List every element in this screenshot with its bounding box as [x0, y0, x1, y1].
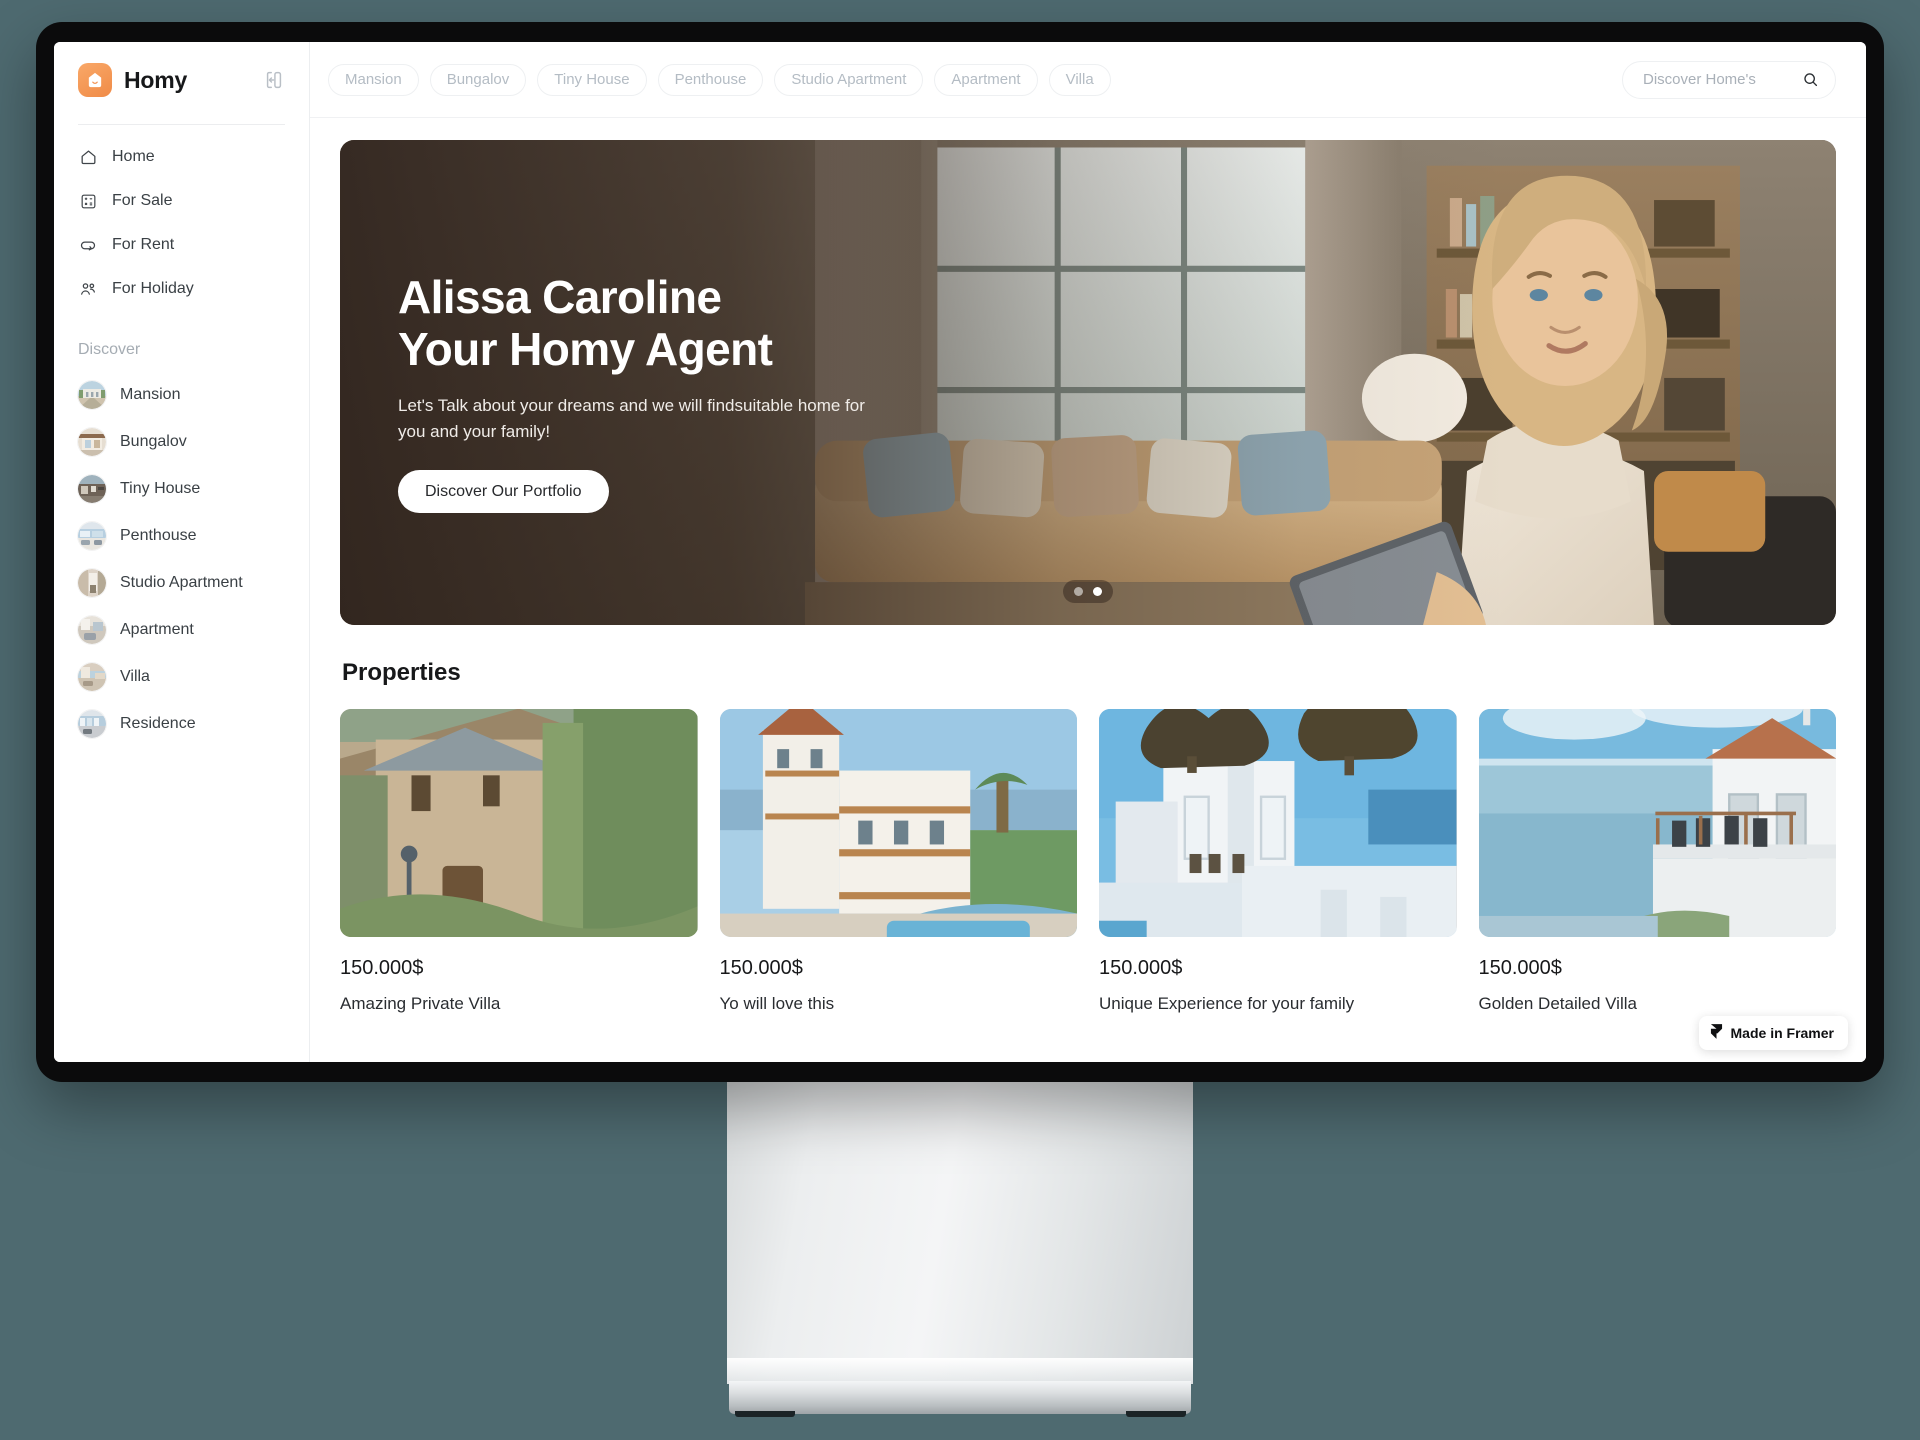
- framer-logo-icon: [1710, 1024, 1723, 1042]
- property-card[interactable]: 150.000$ Yo will love this: [719, 709, 1077, 1014]
- apartment-thumb-icon: [78, 615, 106, 644]
- property-price: 150.000$: [719, 957, 803, 979]
- hero-carousel-dots: [1063, 580, 1113, 603]
- sidebar: Homy Home For Sale For Rent For Holiday …: [54, 42, 310, 1062]
- monitor-stand-foot-left: [735, 1411, 795, 1417]
- brand-row: Homy: [54, 42, 309, 118]
- sidebar-item-for-rent[interactable]: For Rent: [68, 223, 295, 267]
- topbar: Mansion Bungalov Tiny House Penthouse St…: [310, 42, 1866, 118]
- content-scroll: Alissa Caroline Your Homy Agent Let's Ta…: [310, 118, 1866, 1062]
- made-in-framer-badge[interactable]: Made in Framer: [1698, 1016, 1848, 1050]
- search-placeholder: Discover Home's: [1643, 71, 1756, 88]
- search-icon[interactable]: [1802, 71, 1819, 88]
- search-input[interactable]: Discover Home's: [1622, 60, 1836, 99]
- sidebar-item-residence[interactable]: Residence: [68, 700, 295, 747]
- property-name: Yo will love this: [719, 994, 835, 1013]
- for-sale-icon: [78, 191, 98, 211]
- property-name: Golden Detailed Villa: [1478, 994, 1637, 1013]
- monitor-frame: Homy Home For Sale For Rent For Holiday …: [36, 22, 1884, 1082]
- chip-tiny-house[interactable]: Tiny House: [537, 63, 647, 96]
- sidebar-item-tiny-house[interactable]: Tiny House: [68, 465, 295, 512]
- property-price: 150.000$: [340, 957, 424, 979]
- tiny-house-thumb-icon: [78, 474, 106, 503]
- property-image: [1099, 709, 1457, 937]
- property-image: [340, 709, 698, 937]
- properties-title: Properties: [342, 659, 461, 686]
- studio-apartment-thumb-icon: [78, 568, 106, 597]
- chip-bungalov[interactable]: Bungalov: [429, 63, 527, 96]
- chip-apartment[interactable]: Apartment: [934, 63, 1038, 96]
- properties-grid: 150.000$ Amazing Private Villa 150.000$ …: [340, 709, 1836, 1014]
- property-price: 150.000$: [1478, 957, 1562, 979]
- carousel-dot-2[interactable]: [1093, 587, 1102, 596]
- sidebar-item-label: Penthouse: [120, 526, 197, 544]
- property-card[interactable]: 150.000$ Unique Experience for your fami…: [1099, 709, 1457, 1014]
- property-price: 150.000$: [1099, 957, 1183, 979]
- sidebar-item-label: Apartment: [120, 620, 194, 638]
- property-card[interactable]: 150.000$ Golden Detailed Villa: [1478, 709, 1836, 1014]
- sidebar-item-studio-apartment[interactable]: Studio Apartment: [68, 559, 295, 606]
- residence-thumb-icon: [78, 709, 106, 738]
- sidebar-item-label: For Sale: [112, 192, 173, 209]
- hero-content: Alissa Caroline Your Homy Agent Let's Ta…: [398, 271, 1018, 514]
- chip-mansion[interactable]: Mansion: [328, 63, 419, 96]
- sidebar-item-label: Tiny House: [120, 479, 201, 497]
- sidebar-discover-list: Mansion Bungalov Tiny House Penthouse St…: [54, 371, 309, 747]
- hero-subheading: Let's Talk about your dreams and we will…: [398, 396, 865, 441]
- sidebar-item-label: Studio Apartment: [120, 573, 243, 591]
- monitor-stand-foot-right: [1126, 1411, 1186, 1417]
- discover-portfolio-button[interactable]: Discover Our Portfolio: [398, 470, 609, 514]
- property-image: [719, 709, 1077, 937]
- carousel-dot-1[interactable]: [1074, 587, 1083, 596]
- property-name: Unique Experience for your family: [1099, 994, 1355, 1013]
- sidebar-item-apartment[interactable]: Apartment: [68, 606, 295, 653]
- sidebar-nav: Home For Sale For Rent For Holiday: [54, 135, 309, 311]
- mansion-thumb-icon: [78, 380, 106, 409]
- app-screen: Homy Home For Sale For Rent For Holiday …: [54, 42, 1866, 1062]
- sidebar-section-discover-title: Discover: [78, 341, 141, 358]
- sidebar-divider: [78, 124, 285, 125]
- chip-studio-apartment[interactable]: Studio Apartment: [774, 63, 924, 96]
- sidebar-collapse-icon[interactable]: [261, 67, 287, 93]
- chip-villa[interactable]: Villa: [1048, 63, 1111, 96]
- sidebar-item-label: For Holiday: [112, 280, 194, 297]
- sidebar-item-mansion[interactable]: Mansion: [68, 371, 295, 418]
- sidebar-item-home[interactable]: Home: [68, 135, 295, 179]
- sidebar-item-label: Residence: [120, 714, 196, 732]
- sidebar-item-label: Home: [112, 148, 155, 165]
- chip-penthouse[interactable]: Penthouse: [657, 63, 764, 96]
- hero-heading: Alissa Caroline Your Homy Agent: [398, 271, 773, 375]
- penthouse-thumb-icon: [78, 521, 106, 550]
- for-holiday-icon: [78, 279, 98, 299]
- property-name: Amazing Private Villa: [340, 994, 501, 1013]
- brand-name: Homy: [124, 66, 188, 93]
- property-image: [1478, 709, 1836, 937]
- sidebar-item-label: Bungalov: [120, 432, 187, 450]
- sidebar-item-label: Villa: [120, 667, 150, 685]
- house-logo-icon: [78, 63, 112, 97]
- main-area: Mansion Bungalov Tiny House Penthouse St…: [310, 42, 1866, 1062]
- sidebar-item-label: Mansion: [120, 385, 181, 403]
- sidebar-item-penthouse[interactable]: Penthouse: [68, 512, 295, 559]
- hero-banner: Alissa Caroline Your Homy Agent Let's Ta…: [340, 140, 1836, 625]
- category-chip-bar: Mansion Bungalov Tiny House Penthouse St…: [328, 63, 1612, 96]
- for-rent-icon: [78, 235, 98, 255]
- monitor-stand-base: [729, 1381, 1191, 1414]
- home-icon: [78, 147, 98, 167]
- sidebar-item-villa[interactable]: Villa: [68, 653, 295, 700]
- villa-thumb-icon: [78, 662, 106, 691]
- sidebar-item-label: For Rent: [112, 236, 175, 253]
- bungalov-thumb-icon: [78, 427, 106, 456]
- monitor-stand-neck: [727, 1078, 1193, 1384]
- sidebar-item-for-sale[interactable]: For Sale: [68, 179, 295, 223]
- sidebar-item-bungalov[interactable]: Bungalov: [68, 418, 295, 465]
- monitor-bezel: Homy Home For Sale For Rent For Holiday …: [54, 42, 1866, 1062]
- property-card[interactable]: 150.000$ Amazing Private Villa: [340, 709, 698, 1014]
- made-in-framer-label: Made in Framer: [1730, 1025, 1834, 1041]
- sidebar-item-for-holiday[interactable]: For Holiday: [68, 267, 295, 311]
- desktop-scene: Homy Home For Sale For Rent For Holiday …: [0, 0, 1920, 1440]
